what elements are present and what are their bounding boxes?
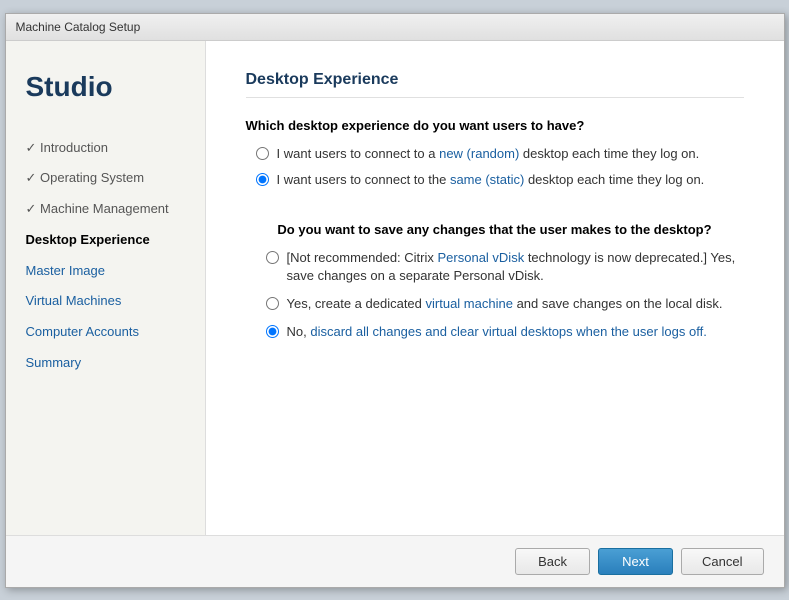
sidebar-item-machine-management[interactable]: Machine Management — [6, 194, 205, 225]
machine-catalog-setup-window: Machine Catalog Setup Studio Introductio… — [5, 13, 785, 588]
main-content: Desktop Experience Which desktop experie… — [206, 41, 784, 535]
window-title: Machine Catalog Setup — [16, 20, 141, 34]
cancel-button[interactable]: Cancel — [681, 548, 763, 575]
option-personal-vdisk[interactable]: [Not recommended: Citrix Personal vDisk … — [266, 249, 744, 285]
sidebar-item-summary[interactable]: Summary — [6, 348, 205, 379]
sidebar: Studio Introduction Operating System Mac… — [6, 41, 206, 535]
footer: Back Next Cancel — [6, 535, 784, 587]
title-bar: Machine Catalog Setup — [6, 14, 784, 41]
sidebar-title: Studio — [6, 61, 205, 133]
back-button[interactable]: Back — [515, 548, 590, 575]
section-title: Desktop Experience — [246, 71, 744, 98]
window-body: Studio Introduction Operating System Mac… — [6, 41, 784, 535]
next-button[interactable]: Next — [598, 548, 673, 575]
sidebar-item-virtual-machines[interactable]: Virtual Machines — [6, 286, 205, 317]
option-static-desktop[interactable]: I want users to connect to the same (sta… — [256, 171, 744, 189]
sidebar-item-master-image[interactable]: Master Image — [6, 256, 205, 287]
question1: Which desktop experience do you want use… — [246, 118, 744, 133]
sidebar-item-computer-accounts[interactable]: Computer Accounts — [6, 317, 205, 348]
option-dedicated-vm[interactable]: Yes, create a dedicated virtual machine … — [266, 295, 744, 313]
question2: Do you want to save any changes that the… — [246, 222, 744, 237]
desktop-experience-options: I want users to connect to a new (random… — [246, 145, 744, 197]
sidebar-item-desktop-experience[interactable]: Desktop Experience — [6, 225, 205, 256]
option-discard-changes[interactable]: No, discard all changes and clear virtua… — [266, 323, 744, 341]
save-changes-options: [Not recommended: Citrix Personal vDisk … — [246, 249, 744, 352]
option-random-desktop[interactable]: I want users to connect to a new (random… — [256, 145, 744, 163]
sidebar-item-operating-system[interactable]: Operating System — [6, 163, 205, 194]
sidebar-item-introduction[interactable]: Introduction — [6, 133, 205, 164]
